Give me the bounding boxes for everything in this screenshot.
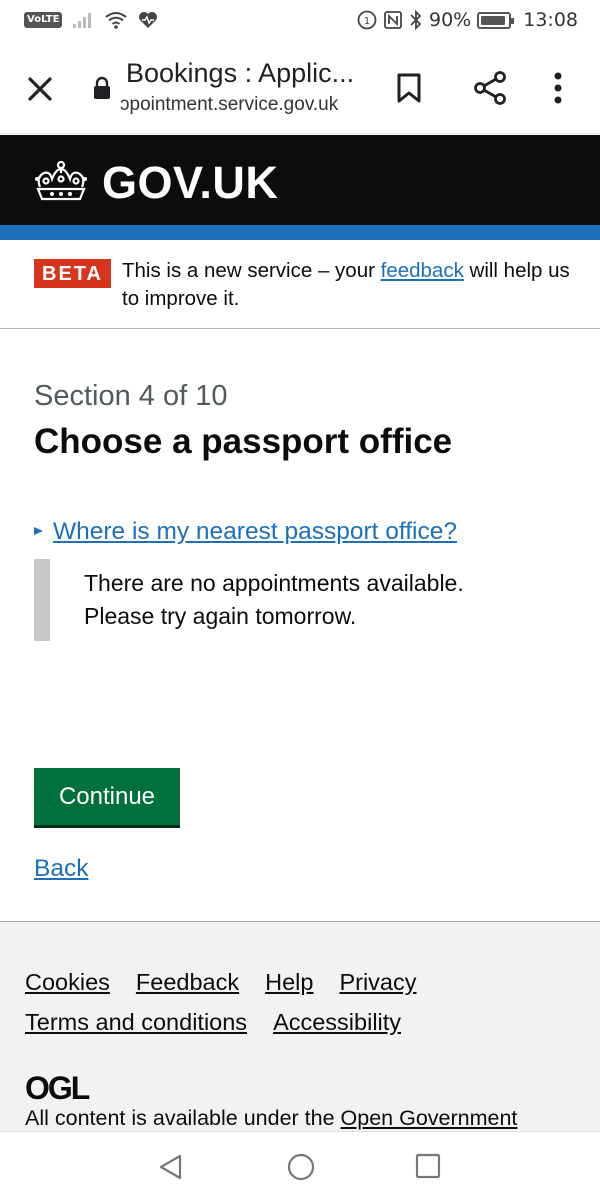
lock-icon[interactable] <box>92 76 112 105</box>
svg-text:1: 1 <box>364 16 370 27</box>
health-icon <box>138 11 158 29</box>
govuk-header: GOV.UK <box>0 135 600 225</box>
wifi-icon <box>104 10 128 30</box>
browser-toolbar: Bookings : Applic... ɔpointment.service.… <box>0 40 600 134</box>
home-circle-icon[interactable] <box>286 1152 316 1187</box>
battery-level <box>481 15 505 25</box>
open-government-licence-link[interactable]: Open Government <box>341 1106 518 1130</box>
volte-badge: VoLTE <box>24 12 63 28</box>
no-appointments-message: There are no appointments available. Plea… <box>84 567 564 633</box>
details-body: There are no appointments available. Plea… <box>34 559 574 641</box>
page-heading: Choose a passport office <box>34 422 453 461</box>
no-appointments-line-1: There are no appointments available. <box>84 570 464 596</box>
nfc-icon <box>383 10 403 30</box>
continue-button[interactable]: Continue <box>34 768 180 825</box>
govuk-logo-text[interactable]: GOV.UK <box>102 157 278 209</box>
back-triangle-icon[interactable] <box>156 1152 186 1187</box>
header-accent-strip <box>0 225 600 240</box>
sim-icon: 1 <box>357 10 377 30</box>
beta-tag: BETA <box>34 259 111 288</box>
phase-banner: BETA This is a new service – your feedba… <box>0 240 600 329</box>
footer-link-accessibility[interactable]: Accessibility <box>273 1009 401 1035</box>
clock: 13:08 <box>523 9 578 31</box>
status-left: VoLTE <box>24 10 158 30</box>
phase-banner-text: This is a new service – your feedback wi… <box>122 257 582 313</box>
footer-links: Cookies Feedback Help Privacy Terms and cond… <box>25 962 585 1042</box>
details-border <box>34 559 50 641</box>
signal-icon <box>72 11 94 29</box>
recents-square-icon[interactable] <box>414 1152 442 1185</box>
crown-icon[interactable] <box>32 159 90 206</box>
feedback-link[interactable]: feedback <box>381 259 464 282</box>
back-link[interactable]: Back <box>34 855 88 883</box>
footer-link-privacy[interactable]: Privacy <box>339 969 416 995</box>
section-caption: Section 4 of 10 <box>34 380 228 412</box>
disclosure-triangle-icon[interactable] <box>34 527 43 535</box>
no-appointments-line-2: Please try again tomorrow. <box>84 603 357 629</box>
ogl-logo: OGL <box>25 1070 90 1106</box>
bluetooth-icon <box>409 10 423 30</box>
footer-link-cookies[interactable]: Cookies <box>25 969 110 995</box>
footer: Cookies Feedback Help Privacy Terms and cond… <box>0 921 600 1131</box>
page-title[interactable]: Bookings : Applic... <box>126 58 376 89</box>
bookmark-icon[interactable] <box>396 72 422 109</box>
battery-percent: 90% <box>429 9 472 31</box>
close-icon[interactable] <box>24 73 56 105</box>
licence-text-before: All content is available under the <box>25 1106 341 1130</box>
url-text[interactable]: ɔpointment.service.gov.uk <box>120 94 380 116</box>
footer-link-help[interactable]: Help <box>265 969 313 995</box>
battery-icon <box>477 11 515 29</box>
footer-link-terms[interactable]: Terms and conditions <box>25 1009 247 1035</box>
details-summary[interactable]: Where is my nearest passport office? <box>34 518 457 546</box>
nearest-office-link[interactable]: Where is my nearest passport office? <box>53 518 457 546</box>
more-icon[interactable] <box>552 70 564 111</box>
licence-text: All content is available under the Open … <box>25 1106 517 1131</box>
system-nav-bar <box>0 1131 600 1200</box>
footer-link-feedback[interactable]: Feedback <box>136 969 239 995</box>
status-bar: VoLTE 1 90% 13:08 <box>0 0 600 40</box>
phase-banner-text-before: This is a new service – your <box>122 259 381 282</box>
status-right: 1 90% 13:08 <box>357 9 578 31</box>
share-icon[interactable] <box>472 70 508 111</box>
